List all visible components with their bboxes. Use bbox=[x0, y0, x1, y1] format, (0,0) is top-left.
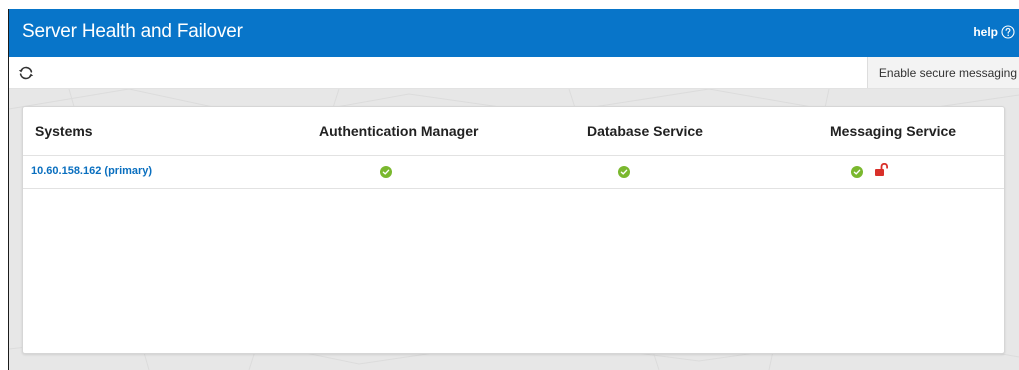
enable-secure-messaging-button[interactable]: Enable secure messaging bbox=[866, 57, 1019, 88]
server-health-window: Server Health and Failover help Enable s… bbox=[8, 9, 1019, 370]
table-row: 10.60.158.162 (primary) bbox=[23, 155, 1004, 189]
page-title: Server Health and Failover bbox=[22, 21, 243, 42]
system-link-primary[interactable]: 10.60.158.162 (primary) bbox=[31, 165, 152, 177]
column-header-database-service: Database Service bbox=[587, 123, 703, 139]
question-circle-icon bbox=[1001, 25, 1015, 39]
unlocked-padlock-icon[interactable] bbox=[874, 163, 890, 177]
column-header-systems: Systems bbox=[35, 123, 93, 139]
check-circle-icon bbox=[380, 166, 392, 178]
check-circle-icon bbox=[618, 166, 630, 178]
page-header: Server Health and Failover help bbox=[9, 9, 1019, 57]
help-label: help bbox=[973, 25, 998, 39]
column-header-authentication-manager: Authentication Manager bbox=[319, 123, 479, 139]
table-header: Systems Authentication Manager Database … bbox=[23, 107, 1004, 156]
toolbar: Enable secure messaging bbox=[9, 57, 1019, 89]
column-header-messaging-service: Messaging Service bbox=[830, 123, 957, 139]
server-status-panel: Systems Authentication Manager Database … bbox=[22, 106, 1005, 354]
refresh-icon[interactable] bbox=[18, 65, 34, 81]
check-circle-icon bbox=[851, 166, 863, 178]
help-link[interactable]: help bbox=[973, 25, 1015, 39]
